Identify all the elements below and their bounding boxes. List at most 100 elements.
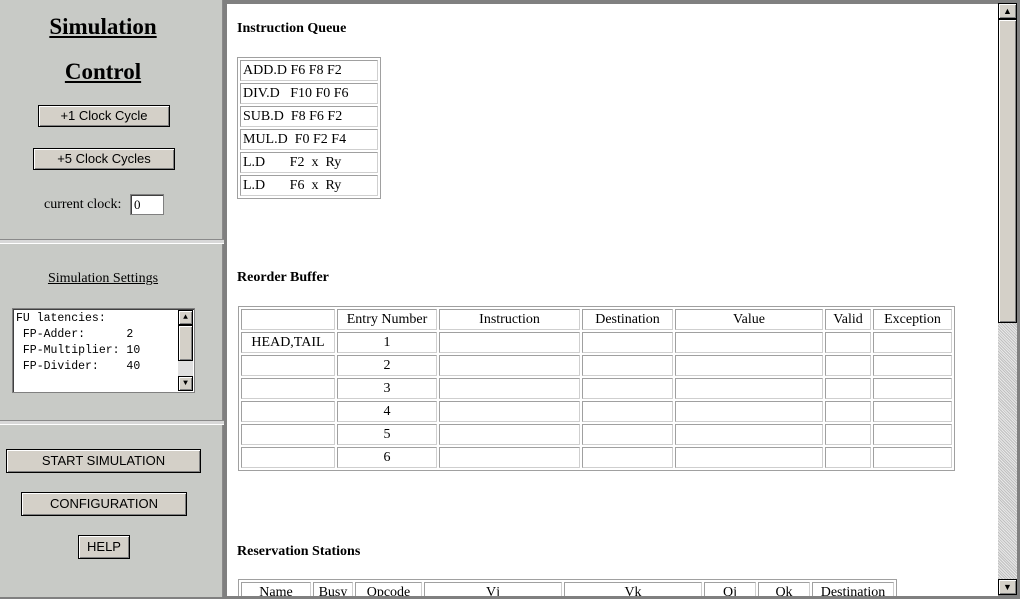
up-arrow-icon[interactable]: ▲ (178, 310, 193, 325)
table-cell (582, 447, 673, 468)
table-cell (241, 401, 335, 422)
table-row: SUB.D F8 F6 F2 (240, 106, 378, 127)
table-row: HEAD,TAIL 1 (241, 332, 952, 353)
column-header: Vk (564, 582, 702, 596)
column-header: Exception (873, 309, 952, 330)
column-header: Qk (758, 582, 810, 596)
instruction-queue-heading: Instruction Queue (237, 21, 347, 36)
column-header: Qj (704, 582, 756, 596)
table-cell (582, 424, 673, 445)
table-cell: 2 (337, 355, 437, 376)
down-arrow-icon[interactable]: ▼ (998, 579, 1017, 595)
table-cell (873, 355, 952, 376)
table-cell (825, 355, 871, 376)
table-row: 4 (241, 401, 952, 422)
main-scroll-thumb[interactable] (998, 19, 1017, 323)
column-header: Instruction (439, 309, 580, 330)
table-cell (825, 401, 871, 422)
reservation-stations-table: Name Busy Opcode Vj Vk Qj Qk Destination (238, 579, 897, 596)
table-header-row: Name Busy Opcode Vj Vk Qj Qk Destination (241, 582, 894, 596)
textarea-scroll-thumb[interactable] (178, 325, 193, 361)
column-header: Destination (812, 582, 894, 596)
table-cell (439, 332, 580, 353)
table-cell (582, 355, 673, 376)
panel-divider (0, 420, 224, 425)
simulation-display: Instruction Queue ADD.D F6 F8 F2 DIV.D F… (226, 3, 998, 596)
table-cell (439, 355, 580, 376)
queue-item: SUB.D F8 F6 F2 (240, 106, 378, 127)
main-scrollbar[interactable]: ▲ ▼ (998, 3, 1017, 595)
column-header: Name (241, 582, 311, 596)
table-row: ADD.D F6 F8 F2 (240, 60, 378, 81)
queue-item: L.D F6 x Ry (240, 175, 378, 196)
reorder-buffer-heading: Reorder Buffer (237, 270, 329, 285)
table-cell: 1 (337, 332, 437, 353)
queue-item: MUL.D F0 F2 F4 (240, 129, 378, 150)
table-row: 3 (241, 378, 952, 399)
table-cell (825, 332, 871, 353)
up-arrow-icon[interactable]: ▲ (998, 3, 1017, 19)
fu-latencies-textarea[interactable]: FU latencies: FP-Adder: 2 FP-Multiplier:… (12, 308, 195, 393)
simulation-control-panel: Simulation Control +1 Clock Cycle +5 Clo… (0, 0, 223, 597)
table-row: L.D F6 x Ry (240, 175, 378, 196)
table-cell (439, 424, 580, 445)
textarea-scrollbar[interactable]: ▲ ▼ (178, 310, 193, 391)
table-cell (241, 447, 335, 468)
current-clock-label: current clock: (44, 197, 122, 212)
table-cell (675, 447, 823, 468)
column-header: Vj (424, 582, 562, 596)
table-cell: 4 (337, 401, 437, 422)
table-cell (241, 355, 335, 376)
column-header: Value (675, 309, 823, 330)
column-header: Entry Number (337, 309, 437, 330)
table-cell (825, 378, 871, 399)
column-header: Opcode (355, 582, 422, 596)
table-cell (873, 332, 952, 353)
table-cell: HEAD,TAIL (241, 332, 335, 353)
column-header (241, 309, 335, 330)
table-header-row: Entry Number Instruction Destination Val… (241, 309, 952, 330)
table-cell (675, 378, 823, 399)
reorder-buffer-table: Entry Number Instruction Destination Val… (238, 306, 955, 471)
panel-divider (0, 239, 224, 244)
table-cell (873, 378, 952, 399)
table-row: 6 (241, 447, 952, 468)
simulation-settings-link[interactable]: Simulation Settings (0, 271, 206, 287)
table-cell (675, 355, 823, 376)
table-cell: 6 (337, 447, 437, 468)
table-row: L.D F2 x Ry (240, 152, 378, 173)
configuration-button[interactable]: CONFIGURATION (21, 492, 187, 516)
table-cell (241, 424, 335, 445)
table-cell (439, 401, 580, 422)
table-cell: 3 (337, 378, 437, 399)
table-row: 5 (241, 424, 952, 445)
queue-item: DIV.D F10 F0 F6 (240, 83, 378, 104)
table-cell (582, 332, 673, 353)
column-header: Destination (582, 309, 673, 330)
start-simulation-button[interactable]: START SIMULATION (6, 449, 201, 473)
table-cell (873, 424, 952, 445)
plus-one-clock-button[interactable]: +1 Clock Cycle (38, 105, 170, 127)
plus-five-clock-button[interactable]: +5 Clock Cycles (33, 148, 175, 170)
table-cell (439, 447, 580, 468)
table-row: 2 (241, 355, 952, 376)
table-row: MUL.D F0 F2 F4 (240, 129, 378, 150)
current-clock-input[interactable]: 0 (130, 194, 164, 215)
table-cell (675, 332, 823, 353)
help-button[interactable]: HELP (78, 535, 130, 559)
column-header: Valid (825, 309, 871, 330)
queue-item: L.D F2 x Ry (240, 152, 378, 173)
table-cell (825, 447, 871, 468)
table-cell (873, 447, 952, 468)
table-cell (582, 378, 673, 399)
down-arrow-icon[interactable]: ▼ (178, 376, 193, 391)
table-cell (873, 401, 952, 422)
table-cell (582, 401, 673, 422)
table-row: DIV.D F10 F0 F6 (240, 83, 378, 104)
reservation-stations-heading: Reservation Stations (237, 544, 361, 559)
queue-item: ADD.D F6 F8 F2 (240, 60, 378, 81)
table-cell: 5 (337, 424, 437, 445)
column-header: Busy (313, 582, 353, 596)
panel-title-line2: Control (64, 59, 142, 84)
fu-latencies-text: FU latencies: FP-Adder: 2 FP-Multiplier:… (16, 312, 141, 373)
